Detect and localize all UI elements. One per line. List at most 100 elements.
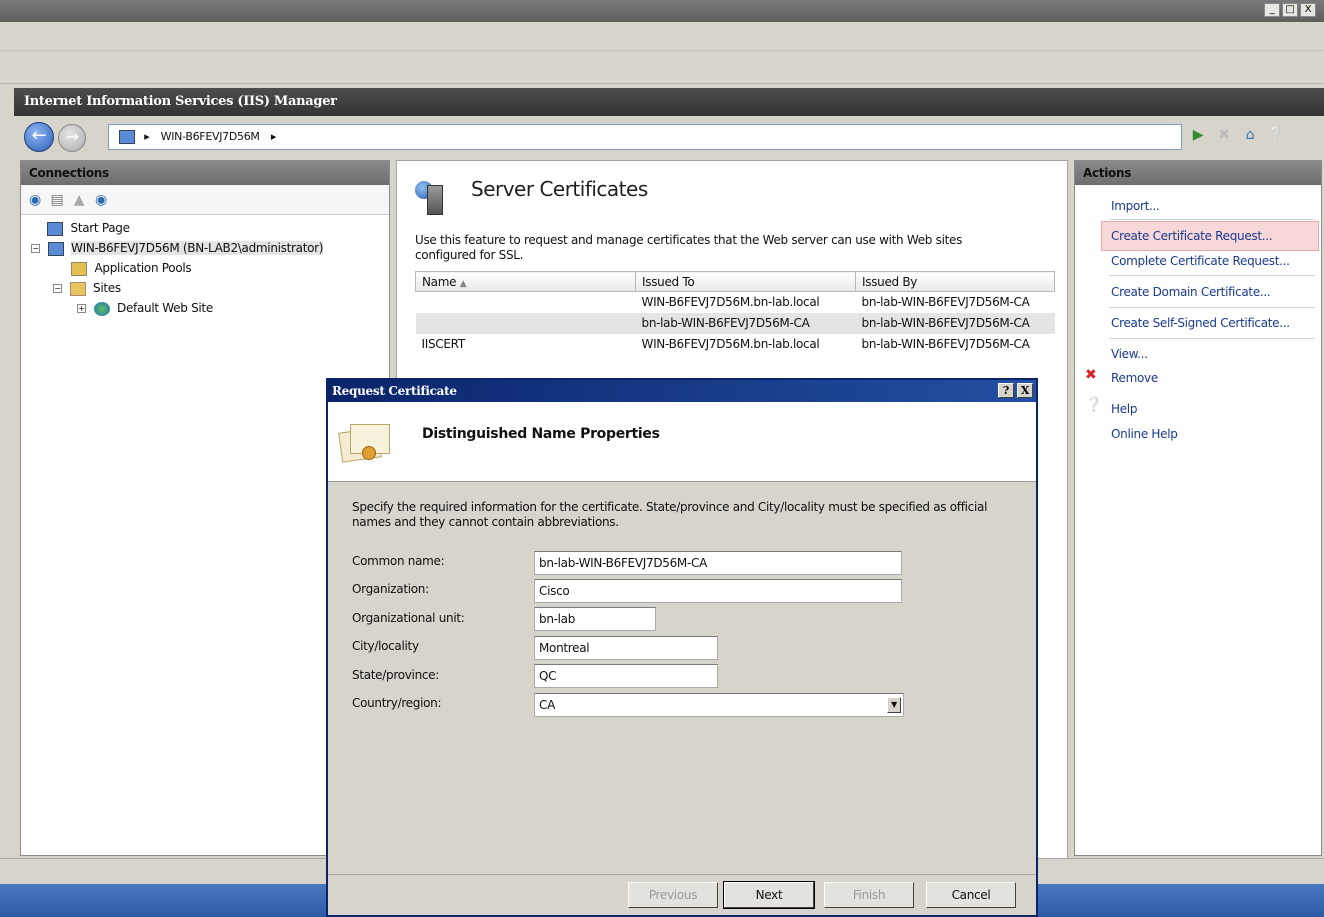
server-certificates-icon bbox=[413, 173, 451, 217]
action-online-help[interactable]: Online Help bbox=[1111, 427, 1178, 441]
cell-issued-to: bn-lab-WIN-B6FEVJ7D56M-CA bbox=[635, 312, 856, 334]
cell-issued-by: bn-lab-WIN-B6FEVJ7D56M-CA bbox=[861, 295, 1030, 310]
disconnect-icon[interactable]: ◉ bbox=[93, 192, 109, 208]
sites-folder-icon bbox=[69, 281, 86, 296]
collapse-icon[interactable]: − bbox=[53, 284, 62, 293]
app-title: Internet Information Services (IIS) Mana… bbox=[14, 88, 1324, 116]
forward-button[interactable]: → bbox=[58, 124, 86, 152]
tree-item-label: Application Pools bbox=[94, 261, 192, 275]
address-bar[interactable]: ▸ WIN-B6FEVJ7D56M ▸ bbox=[108, 124, 1182, 150]
help-icon: ❔ bbox=[1085, 397, 1103, 413]
stop-icon[interactable]: ✖ bbox=[1214, 126, 1234, 144]
column-header-issued-to[interactable]: Issued To bbox=[635, 271, 856, 292]
connections-title: Connections bbox=[21, 161, 389, 185]
organization-field[interactable]: Cisco bbox=[534, 579, 902, 603]
tree-item-app-pools[interactable]: Application Pools bbox=[71, 259, 192, 277]
help-button[interactable]: ? bbox=[998, 383, 1014, 398]
tree-item-label: Sites bbox=[93, 281, 121, 295]
save-icon[interactable]: ▤ bbox=[49, 192, 65, 208]
left-edge bbox=[0, 88, 14, 858]
connect-icon[interactable]: ◉ bbox=[27, 192, 43, 208]
next-button[interactable]: Next bbox=[723, 881, 815, 909]
help-icon[interactable]: ❔ bbox=[1266, 126, 1286, 144]
globe-icon bbox=[93, 301, 110, 316]
dialog-page-heading: Distinguished Name Properties bbox=[422, 426, 660, 442]
column-header-name[interactable]: Name ▲ bbox=[415, 271, 636, 292]
nav-right-tools: ▶ ✖ ⌂ ❔ bbox=[1188, 126, 1286, 144]
close-button[interactable]: X bbox=[1017, 383, 1033, 398]
breadcrumb-server[interactable]: WIN-B6FEVJ7D56M bbox=[161, 130, 260, 143]
action-view[interactable]: View... bbox=[1111, 347, 1148, 361]
cell-issued-by: bn-lab-WIN-B6FEVJ7D56M-CA bbox=[855, 312, 1055, 334]
close-button[interactable]: X bbox=[1300, 3, 1316, 17]
city-locality-label: City/locality bbox=[352, 639, 419, 653]
actions-title: Actions bbox=[1075, 161, 1321, 185]
action-create-domain-certificate[interactable]: Create Domain Certificate... bbox=[1111, 285, 1271, 299]
certificate-icon bbox=[338, 416, 398, 470]
collapse-icon[interactable]: − bbox=[31, 244, 40, 253]
city-locality-field[interactable]: Montreal bbox=[534, 636, 718, 660]
column-header-issued-by[interactable]: Issued By bbox=[855, 271, 1055, 292]
table-row[interactable]: bn-lab-WIN-B6FEVJ7D56M-CA bn-lab-WIN-B6F… bbox=[415, 312, 1055, 334]
dialog-title: Request Certificate bbox=[332, 384, 457, 398]
certificates-table: Name ▲ Issued To Issued By WIN-B6FEVJ7D5… bbox=[415, 271, 1055, 355]
sort-asc-icon: ▲ bbox=[459, 278, 467, 289]
address-separator[interactable]: ▸ bbox=[271, 130, 277, 143]
action-create-certificate-request[interactable]: Create Certificate Request... bbox=[1111, 229, 1273, 243]
tree-item-server[interactable]: − WIN-B6FEVJ7D56M (BN-LAB2\administrator… bbox=[31, 239, 323, 257]
action-import[interactable]: Import... bbox=[1111, 199, 1160, 213]
page-title: Server Certificates bbox=[471, 177, 648, 201]
divider bbox=[1109, 275, 1315, 276]
cancel-button[interactable]: Cancel bbox=[926, 882, 1016, 908]
back-button[interactable]: ← bbox=[24, 122, 54, 152]
action-remove[interactable]: Remove bbox=[1111, 371, 1158, 385]
common-name-label: Common name: bbox=[352, 554, 445, 568]
cell-name bbox=[416, 292, 636, 313]
maximize-button[interactable]: □ bbox=[1282, 3, 1298, 17]
tree-item-label: Start Page bbox=[70, 221, 130, 235]
country-region-select[interactable]: CA ▼ bbox=[534, 693, 904, 717]
app-pools-icon bbox=[71, 261, 87, 276]
cell-name: IISCERT bbox=[421, 337, 466, 351]
previous-button[interactable]: Previous bbox=[628, 882, 718, 908]
table-row[interactable]: IISCERT WIN-B6FEVJ7D56M.bn-lab.local bn-… bbox=[416, 334, 1055, 355]
expand-icon[interactable]: + bbox=[77, 304, 86, 313]
common-name-field[interactable]: bn-lab-WIN-B6FEVJ7D56M-CA bbox=[534, 551, 902, 575]
tree-item-label: Default Web Site bbox=[117, 301, 213, 315]
dialog-titlebar: Request Certificate ? X bbox=[328, 380, 1036, 402]
tree-item-label: WIN-B6FEVJ7D56M (BN-LAB2\administrator) bbox=[71, 241, 324, 255]
table-row[interactable]: WIN-B6FEVJ7D56M.bn-lab.local bn-lab-WIN-… bbox=[416, 292, 1055, 313]
up-icon[interactable]: ▲ bbox=[71, 192, 87, 208]
state-province-label: State/province: bbox=[352, 668, 440, 682]
country-region-label: Country/region: bbox=[352, 696, 442, 710]
chevron-down-icon[interactable]: ▼ bbox=[887, 697, 901, 713]
action-help[interactable]: Help bbox=[1111, 402, 1137, 416]
tree-item-default-web-site[interactable]: + Default Web Site bbox=[77, 299, 213, 317]
home-icon[interactable]: ⌂ bbox=[1240, 126, 1260, 144]
cell-issued-by: bn-lab-WIN-B6FEVJ7D56M-CA bbox=[861, 337, 1030, 351]
remove-icon: ✖ bbox=[1085, 367, 1097, 383]
dialog-instructions: Specify the required information for the… bbox=[352, 500, 988, 529]
tree-item-start-page[interactable]: Start Page bbox=[47, 219, 130, 237]
finish-button[interactable]: Finish bbox=[824, 882, 914, 908]
action-create-self-signed-certificate[interactable]: Create Self-Signed Certificate... bbox=[1111, 316, 1290, 330]
request-certificate-dialog: Request Certificate ? X Distinguished Na… bbox=[326, 378, 1038, 917]
tree-item-sites[interactable]: − Sites bbox=[53, 279, 121, 297]
server-icon bbox=[47, 241, 64, 256]
state-province-field[interactable]: QC bbox=[534, 664, 718, 688]
window-controls: _ □ X bbox=[1264, 3, 1316, 17]
organizational-unit-field[interactable]: bn-lab bbox=[534, 607, 656, 631]
organization-label: Organization: bbox=[352, 582, 429, 596]
outer-window-titlebar: _ □ X bbox=[0, 0, 1324, 22]
organizational-unit-label: Organizational unit: bbox=[352, 611, 465, 625]
refresh-icon[interactable]: ▶ bbox=[1188, 126, 1208, 144]
connections-toolbar: ◉ ▤ ▲ ◉ bbox=[21, 185, 389, 215]
cell-name bbox=[415, 312, 636, 334]
cell-issued-to: WIN-B6FEVJ7D56M.bn-lab.local bbox=[641, 337, 820, 351]
minimize-button[interactable]: _ bbox=[1264, 3, 1280, 17]
server-icon bbox=[119, 130, 135, 144]
action-complete-certificate-request[interactable]: Complete Certificate Request... bbox=[1111, 254, 1290, 268]
divider bbox=[1109, 219, 1315, 220]
actions-panel: Actions Import... Create Certificate Req… bbox=[1074, 160, 1322, 856]
divider bbox=[1109, 307, 1315, 308]
